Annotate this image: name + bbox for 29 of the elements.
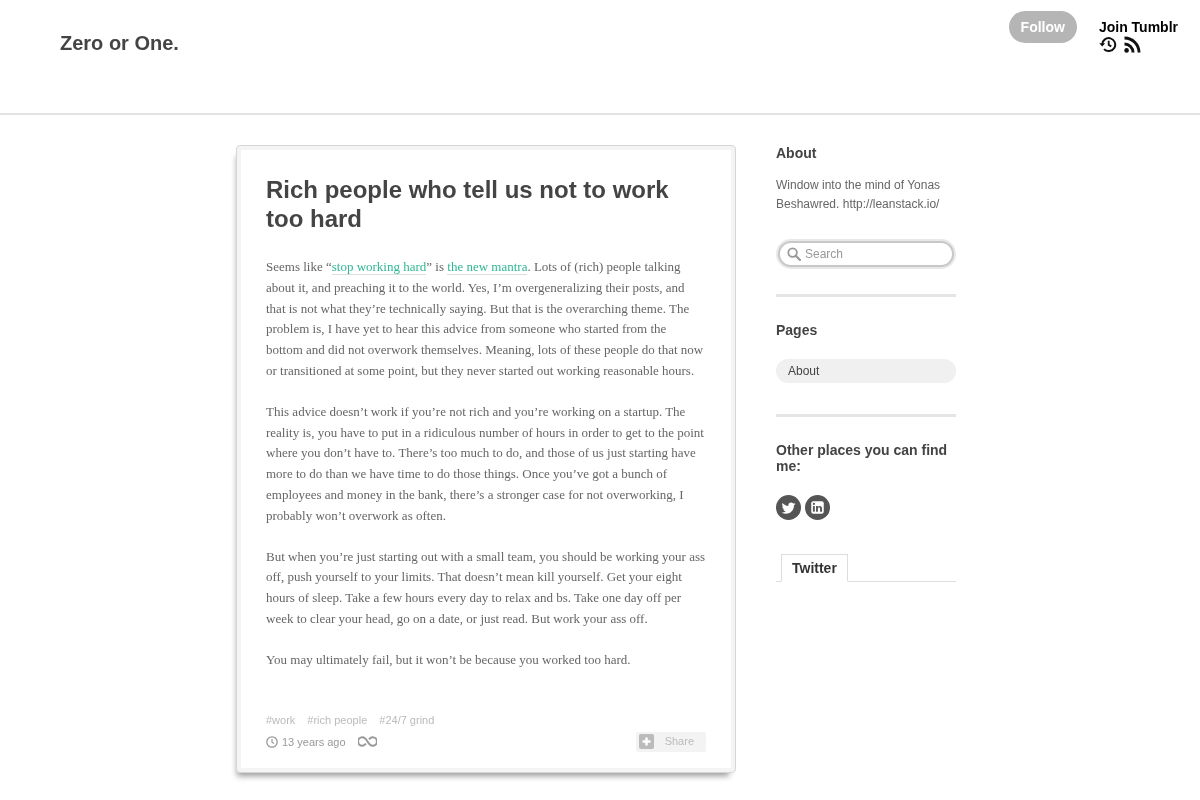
tag-link[interactable]: #rich people [307,711,368,728]
join-link[interactable]: Join Tumblr [1098,19,1178,35]
share-button[interactable]: Share [635,731,706,752]
text-link[interactable]: stop working hard [331,259,427,275]
blog-title[interactable]: Zero or One. [60,31,179,55]
tag-link[interactable]: #work [266,711,296,728]
tag-link[interactable]: #24/7 grind [379,711,435,728]
post-paragraph: But when you’re just starting out with a small team, you should be working your ass off, push yourself to your limits. That doesn’t mean kill yourself. Get your eight hours of sleep. Take a few hours every day to relax and bs. Take one day off per week to clear your head, go on a date, or just read. But work your ass off. [266,547,706,628]
post-paragraph: Seems like “stop working hard” is the new mantra. Lots of (rich) people talking about it, and preaching it to the world. Yes, I’m overgeneralizing their posts, and that is not what they’re technically saying. But that is the overarching theme. The problem is, I have yet to hear this advice from someone who started from the bottom and did not overwork themselves. Meaning, lots of these people do that now or transitioned at some point, but they never started out working reasonable hours. [266,258,705,380]
search-field[interactable]: Search [778,241,954,267]
plus-icon [638,734,654,750]
search-icon [787,247,801,261]
sidebar-heading: Pages [776,322,819,338]
twitter-icon[interactable] [776,495,801,520]
linkedin-icon[interactable] [805,495,830,520]
post-paragraph: This advice doesn’t work if you’re not rich and you’re working on a startup. The reality is, you have to put in a ridiculous number of hours in order to get to the point where you don’t have to. There’s too much to do, and those of us just starting have more to do than we have time to do those things. Once you’ve got a bunch of employees and money in the bank, there’s a stronger case for not overworking, I probably won’t overwork as often. [266,402,705,525]
timestamp-link[interactable]: 13 years ago [282,733,346,750]
clock-icon [266,735,278,748]
rss-icon[interactable] [1123,36,1141,53]
tab[interactable]: Twitter [781,554,848,582]
post-paragraph: You may ultimately fail, but it won’t be because you worked too hard. [266,650,632,669]
sidebar-heading: About [776,145,818,161]
post-title: Rich people who tell us not to work too hard [266,175,670,233]
follow-button[interactable]: Follow [1008,11,1077,43]
page-link[interactable]: About [776,359,956,383]
infinity-icon[interactable] [357,736,377,748]
history-icon[interactable] [1098,36,1117,53]
about-text: Window into the mind of Yonas Beshawred. http://leanstack.io/ [776,177,942,213]
sidebar-heading: Other places you can find me: [776,442,949,474]
